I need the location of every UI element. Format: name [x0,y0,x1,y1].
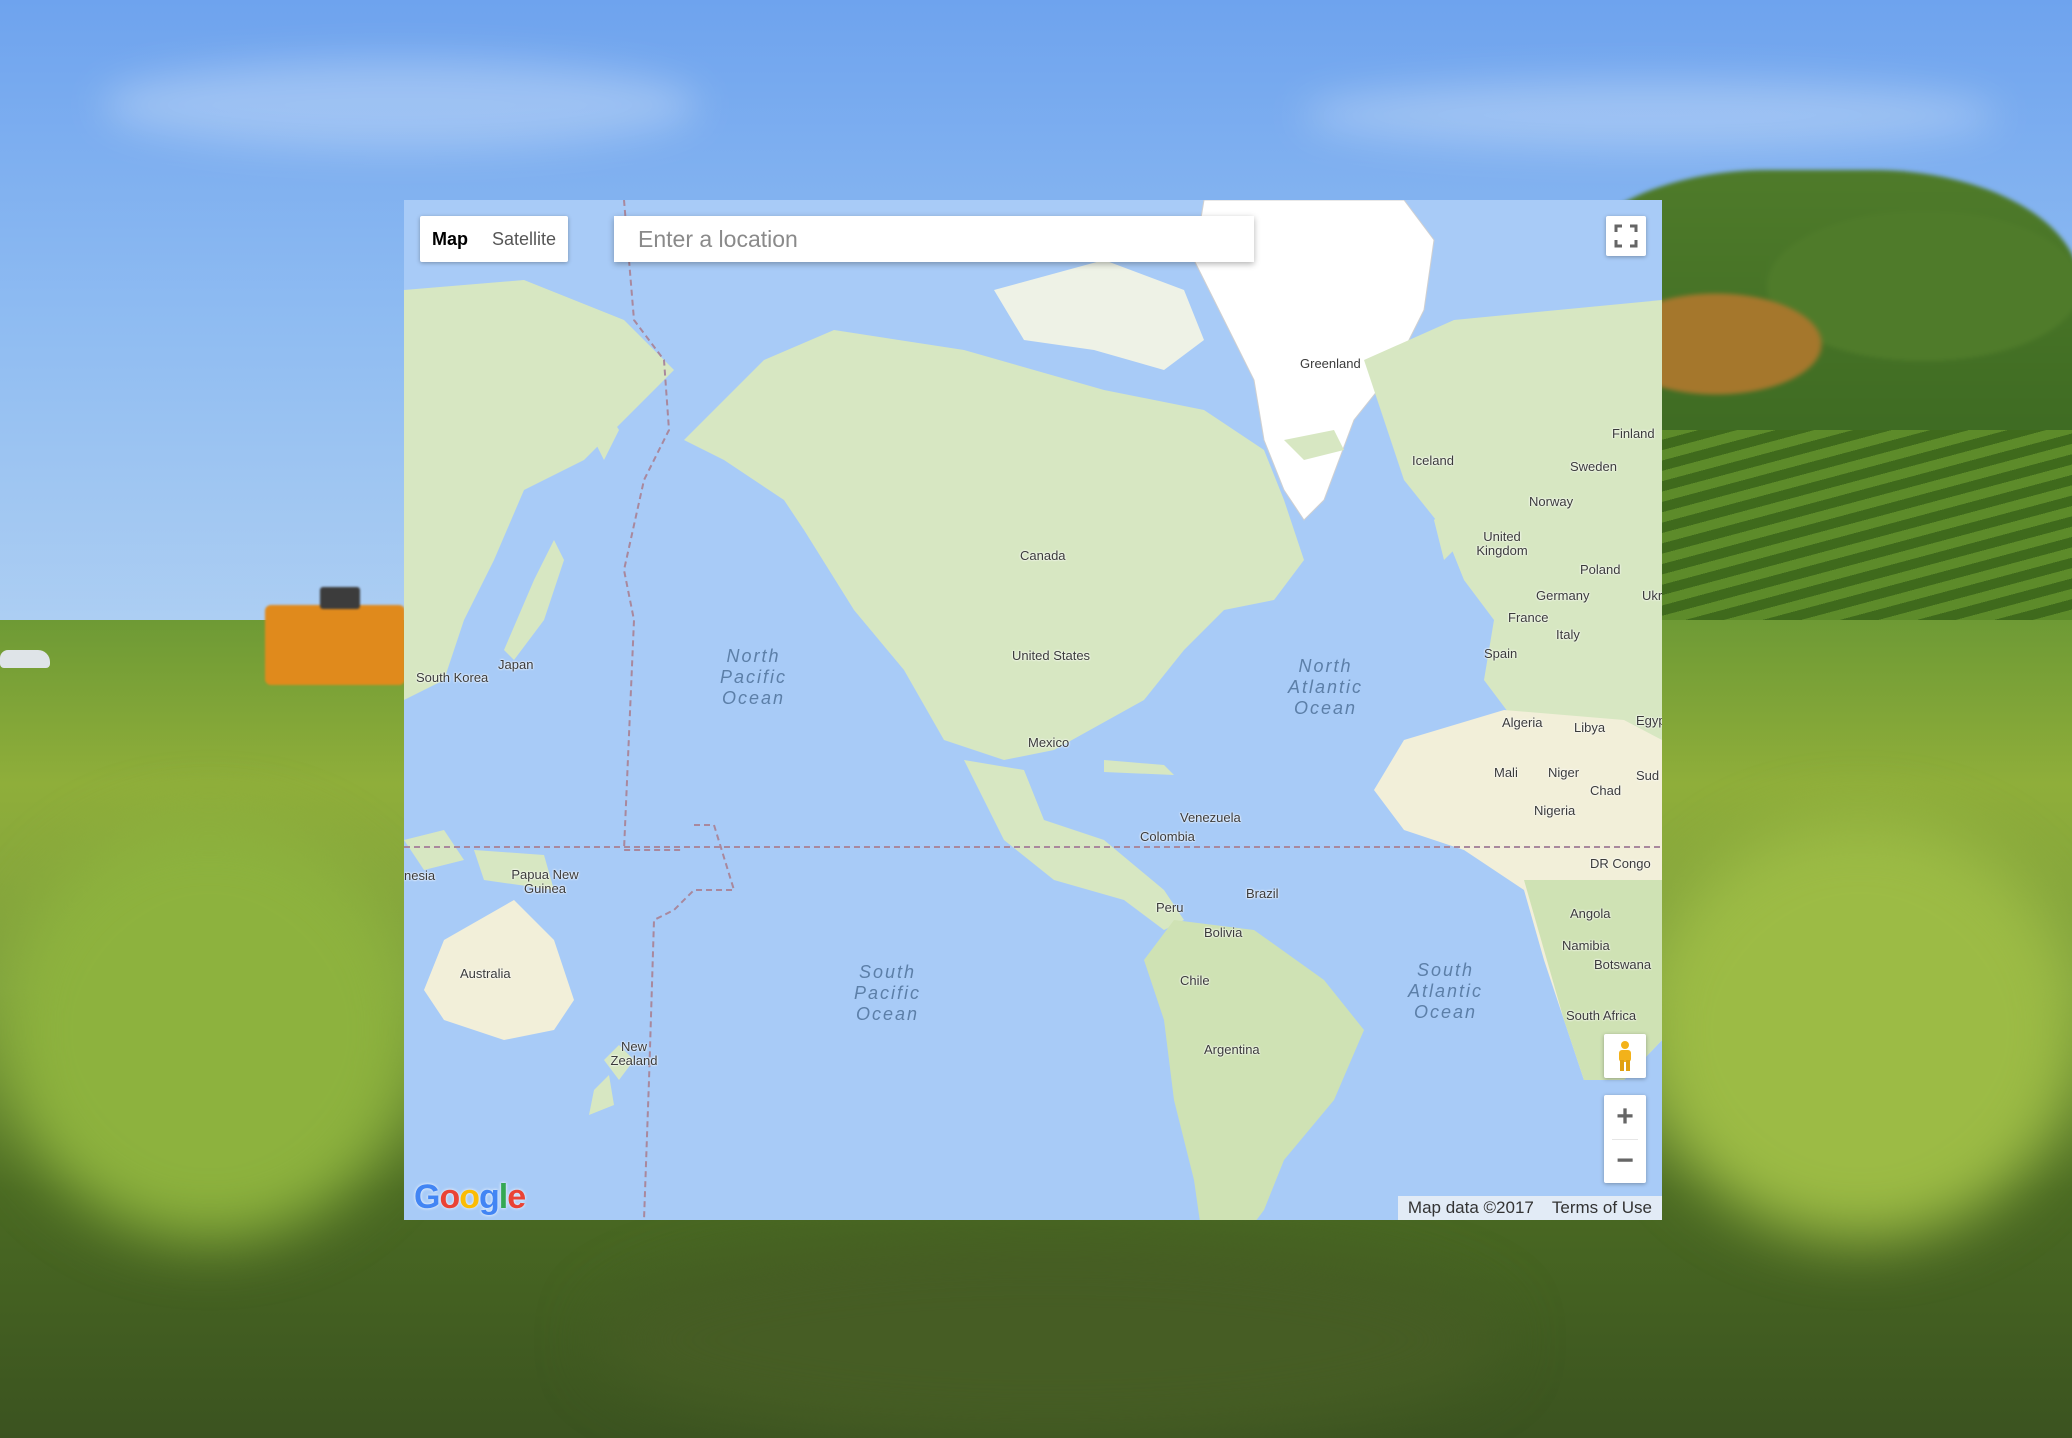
map-label: Botswana [1594,957,1652,972]
map-label: Venezuela [1180,810,1241,825]
foliage [600,1240,1500,1438]
map-label: Greenland [1300,356,1361,371]
map-label: Japan [498,657,534,672]
map-type-map-button[interactable]: Map [420,216,480,262]
map-label: nesia [404,868,436,883]
car [0,650,50,668]
fullscreen-button[interactable] [1606,216,1646,256]
map-label: Italy [1556,627,1580,642]
map-label: Egyp [1636,713,1662,728]
ocean-label: North Atlantic Ocean [1288,656,1364,718]
cloud [100,60,700,150]
fullscreen-icon [1614,224,1638,248]
map-label: Germany [1536,588,1590,603]
google-logo[interactable]: Google [414,1178,526,1217]
street-view-pegman-button[interactable] [1604,1034,1646,1078]
map-label: United Kingdom [1476,529,1528,558]
map-label: Sud [1636,768,1660,783]
ocean-label: South Atlantic Ocean [1408,960,1484,1022]
map-label: Iceland [1412,453,1454,468]
map-label: Spain [1484,646,1518,661]
map-label: South Korea [416,670,489,685]
map-label: Algeria [1502,715,1543,730]
map-label: Colombia [1140,829,1195,844]
map-label: Angola [1570,906,1611,921]
zoom-control: + − [1604,1095,1646,1183]
map-data-text: Map data ©2017 [1407,1198,1534,1217]
terms-of-use-link[interactable]: Terms of Use [1552,1196,1652,1220]
map-widget[interactable]: Greenland Finland Iceland Sweden Norway … [404,200,1662,1220]
ocean-label: South Pacific Ocean [854,962,922,1024]
map-label: Norway [1529,494,1574,509]
map-label: Brazil [1246,886,1279,901]
tractor [265,587,405,685]
map-label: Finland [1612,426,1655,441]
map-label: Canada [1020,548,1066,563]
map-label: Poland [1580,562,1621,577]
map-label: South Africa [1566,1008,1637,1023]
map-label: Sweden [1570,459,1617,474]
map-label: Namibia [1562,938,1610,953]
map-label: United States [1012,648,1091,663]
map-label: Papua New Guinea [511,867,579,896]
map-label: Peru [1156,900,1184,915]
ocean-label: North Pacific Ocean [720,646,788,708]
map-type-control: Map Satellite [420,216,569,262]
map-label: Mexico [1028,735,1070,750]
location-search-input[interactable] [614,216,1254,262]
foliage [0,820,420,1240]
map-label: Niger [1548,765,1580,780]
map-label: Libya [1574,720,1606,735]
map-label: Mali [1494,765,1518,780]
pegman-icon [1619,1041,1631,1071]
map-label: France [1508,610,1549,625]
map-label: Ukr [1642,588,1662,603]
map-label: New Zealand [610,1039,658,1068]
map-label: Australia [460,966,511,981]
map-label: DR Congo [1590,856,1651,871]
map-label: Bolivia [1204,925,1243,940]
map-type-satellite-button[interactable]: Satellite [480,216,568,262]
map-label: Chad [1590,783,1622,798]
map-label: Chile [1180,973,1210,988]
foliage [1640,820,2072,1240]
map-land [404,200,1662,1220]
zoom-out-button[interactable]: − [1604,1139,1646,1183]
map-attribution: Map data ©2017 Terms of Use [1397,1196,1662,1220]
zoom-in-button[interactable]: + [1604,1095,1646,1139]
map-label: Argentina [1204,1042,1260,1057]
cloud [1300,80,2000,150]
map-label: Nigeria [1534,803,1576,818]
